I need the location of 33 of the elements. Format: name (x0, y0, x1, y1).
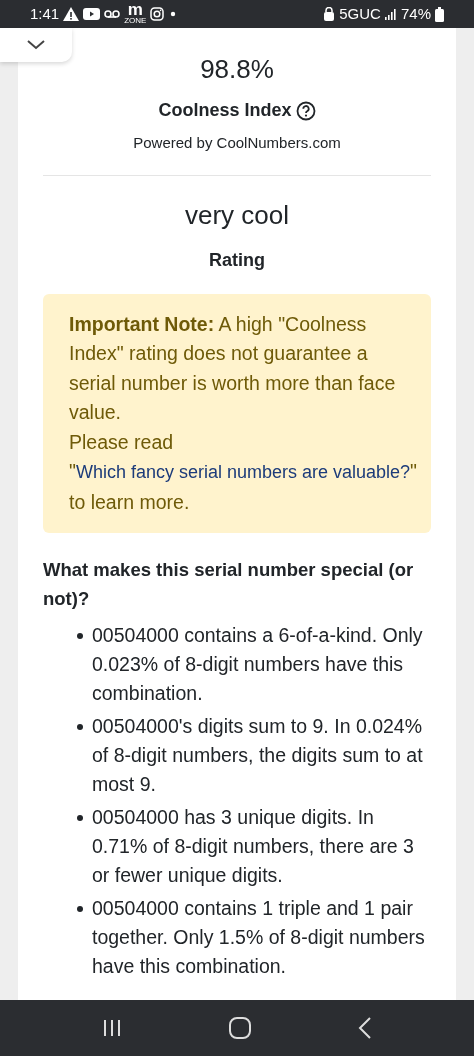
rating-value: very cool (183, 198, 290, 232)
list-item-text: 00504000 contains a 6-of-a-kind. Only 0.023% of 8-digit numbers have this combination. (92, 623, 424, 706)
article-link[interactable]: Which fancy serial numbers are valuable? (75, 462, 411, 482)
back-icon[interactable] (358, 1017, 373, 1039)
camera-icon (150, 7, 165, 21)
chevron-down-icon (27, 40, 45, 50)
rating-label: Rating (208, 248, 266, 272)
list-item-text: 00504000 has 3 unique digits. In 0.71% of 8-digit numbers, there are 3 or fewer unique digits. (92, 805, 415, 888)
read-more-text: Please read "Which fancy serial numbers are valuable?" to learn more. (69, 429, 419, 515)
score-label: Coolness Index (158, 99, 292, 122)
note-text: Important Note: A high "Coolness Index" rating does not guarantee a serial number is worth more than face value. (69, 311, 397, 425)
network-label: 5GUC (339, 3, 381, 24)
section-heading: What makes this serial number special (or not)? (43, 558, 415, 611)
home-icon[interactable] (229, 1017, 251, 1039)
app-logo: m ZONE (124, 3, 147, 25)
list-item-text: 00504000 contains 1 triple and 1 pair together. Only 1.5% of 8-digit numbers have this combination. (92, 896, 426, 979)
battery-label: 74% (400, 3, 431, 24)
bullet-icon (77, 724, 83, 730)
lock-icon (323, 7, 336, 21)
battery-icon (435, 6, 444, 22)
list-item-text: 00504000's digits sum to 9. In 0.024% of 8-digit numbers, the digits sum to at most 9. (92, 714, 424, 797)
help-icon[interactable] (295, 100, 316, 121)
signal-icon (384, 8, 397, 20)
bullet-icon (77, 906, 83, 912)
bullet-icon (77, 815, 83, 821)
warning-icon (63, 7, 80, 21)
clock: 1:41 (30, 3, 60, 24)
voicemail-icon (104, 10, 121, 18)
video-icon (83, 8, 101, 20)
bullet-icon (77, 633, 83, 639)
powered-by-text: Powered by CoolNumbers.com (132, 133, 342, 153)
score-value: 98.8% (199, 53, 275, 86)
recent-apps-icon[interactable] (101, 1019, 122, 1037)
